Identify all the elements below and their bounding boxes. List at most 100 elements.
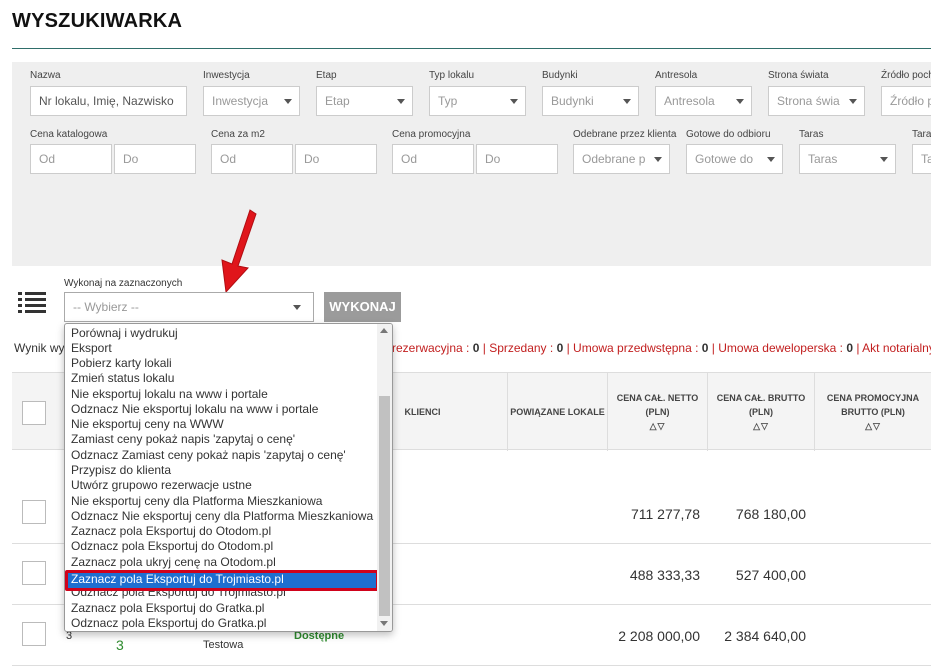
dropdown-option[interactable]: Odznacz Nie eksportuj lokalu na www i po… (71, 402, 318, 417)
dropdown-option[interactable]: Utwórz grupowo rezerwacje ustne (71, 478, 252, 493)
dropdown-option[interactable]: Nie eksportuj ceny na WWW (71, 417, 224, 432)
terrace-2-select[interactable]: Ta (912, 144, 931, 174)
source-input[interactable]: Źródło p (881, 86, 931, 116)
column-header-related[interactable]: POWIĄZANE LOKALE (507, 373, 607, 451)
chevron-down-icon (284, 99, 292, 104)
column-header-net-price[interactable]: CENA CAŁ. NETTO (PLN) △▽ (607, 373, 707, 451)
stat-sold-value: 0 (556, 341, 564, 355)
orientation-select-value: Strona świa (777, 94, 840, 108)
ready-select[interactable]: Gotowe do (686, 144, 783, 174)
chevron-down-icon (510, 99, 518, 104)
dropdown-option[interactable]: Zaznacz pola Eksportuj do Otodom.pl (71, 524, 271, 539)
buildings-select[interactable]: Budynki (542, 86, 639, 116)
sort-icon[interactable]: △▽ (865, 421, 881, 432)
dropdown-scrollbar[interactable] (377, 324, 392, 631)
bulk-action-placeholder: -- Wybierz -- (73, 300, 139, 314)
title-divider (12, 48, 931, 49)
column-header-gross-price-label: CENA CAŁ. BRUTTO (716, 392, 806, 403)
terrace-select[interactable]: Taras (799, 144, 896, 174)
stat-sold-label[interactable]: Sprzedany : (489, 341, 556, 355)
bulk-action-select[interactable]: -- Wybierz -- (64, 292, 314, 322)
dropdown-option[interactable]: Porównaj i wydrukuj (71, 326, 178, 341)
dropdown-option[interactable]: Eksport (71, 341, 112, 356)
column-header-gross-price[interactable]: CENA CAŁ. BRUTTO (PLN) △▽ (707, 373, 814, 451)
dropdown-option[interactable]: Odznacz Nie eksportuj ceny dla Platforma… (71, 509, 373, 524)
column-header-net-price-label: CENA CAŁ. NETTO (616, 392, 699, 403)
stat-notarial-label[interactable]: Akt notarialny : (862, 341, 931, 355)
catalog-price-from-input[interactable]: Od (30, 144, 112, 174)
sort-icon[interactable]: △▽ (650, 421, 666, 432)
received-select[interactable]: Odebrane p (573, 144, 670, 174)
filter-label-orientation: Strona świata (768, 70, 829, 81)
row-checkbox[interactable] (22, 622, 46, 646)
dropdown-option[interactable]: Odznacz pola Eksportuj do Gratka.pl (71, 616, 266, 631)
chevron-down-icon (293, 305, 301, 310)
gross-price-cell: 2 384 640,00 (724, 628, 806, 644)
dropdown-option[interactable]: Zaznacz pola Eksportuj do Gratka.pl (71, 601, 264, 616)
price-m2-to-input[interactable]: Do (295, 144, 377, 174)
execute-button[interactable]: WYKONAJ (324, 292, 401, 322)
dropdown-option[interactable]: Odznacz Zamiast ceny pokaż napis 'zapyta… (71, 448, 346, 463)
investment-select[interactable]: Inwestycja (203, 86, 300, 116)
row-checkbox[interactable] (22, 561, 46, 585)
stat-developer-value: 0 (846, 341, 854, 355)
unit-number-link[interactable]: 3 (116, 637, 124, 653)
chevron-down-icon (767, 157, 775, 162)
filter-label-stage: Etap (316, 70, 337, 81)
stat-reservation-value: 0 (472, 341, 480, 355)
catalog-price-to-input[interactable]: Do (114, 144, 196, 174)
terrace-select-value: Taras (808, 152, 838, 166)
dropdown-option[interactable]: Przypisz do klienta (71, 463, 171, 478)
column-header-promo-price-unit: BRUTTO (PLN) (841, 406, 905, 417)
dropdown-option[interactable]: Pobierz karty lokali (71, 356, 172, 371)
sort-icon[interactable]: △▽ (753, 421, 769, 432)
dropdown-option[interactable]: Zamiast ceny pokaż napis 'zapytaj o cenę… (71, 432, 295, 447)
unit-type-select-value: Typ (438, 94, 458, 108)
chevron-down-icon (736, 99, 744, 104)
filter-label-name: Nazwa (30, 70, 61, 81)
dropdown-option[interactable]: Zaznacz pola ukryj cenę na Otodom.pl (71, 555, 276, 570)
column-header-clients-label: KLIENCI (404, 407, 441, 417)
dropdown-option[interactable]: Odznacz pola Eksportuj do Otodom.pl (71, 539, 273, 554)
price-m2-from-input[interactable]: Od (211, 144, 293, 174)
row-checkbox[interactable] (22, 500, 46, 524)
filter-label-terrace: Taras (799, 129, 824, 140)
column-header-related-label: POWIĄZANE LOKALE (510, 407, 605, 417)
stage-select-value: Etap (325, 94, 350, 108)
filter-label-price-m2: Cena za m2 (211, 129, 265, 140)
buildings-select-value: Budynki (551, 94, 594, 108)
gross-price-cell: 527 400,00 (735, 567, 806, 583)
filter-label-promo-price: Cena promocyjna (392, 129, 471, 140)
promo-price-from-input[interactable]: Od (392, 144, 474, 174)
chevron-down-icon (849, 99, 857, 104)
column-header-promo-price[interactable]: CENA PROMOCYJNA BRUTTO (PLN) △▽ (814, 373, 931, 451)
bulk-action-label: Wykonaj na zaznaczonych (64, 278, 183, 289)
page: WYSZUKIWARKA Nazwa Inwestycja Etap Typ l… (0, 0, 931, 672)
bulk-action-dropdown[interactable]: Porównaj i wydrukuj Eksport Pobierz kart… (64, 323, 393, 632)
scroll-up-icon[interactable] (380, 328, 388, 333)
orientation-select[interactable]: Strona świa (768, 86, 865, 116)
results-summary-prefix: Wynik wy (14, 341, 65, 355)
stat-preliminary-label[interactable]: Umowa przedwstępna : (573, 341, 702, 355)
filter-label-unit-type: Typ lokalu (429, 70, 475, 81)
scroll-down-icon[interactable] (380, 621, 388, 626)
dropdown-option[interactable]: Nie eksportuj ceny dla Platforma Mieszka… (71, 494, 322, 509)
scrollbar-thumb[interactable] (379, 396, 390, 616)
select-all-checkbox[interactable] (22, 401, 46, 425)
unit-type-select[interactable]: Typ (429, 86, 526, 116)
unit-name: Testowa (203, 639, 244, 651)
dropdown-option[interactable]: Zmień status lokalu (71, 371, 174, 386)
chevron-down-icon (654, 157, 662, 162)
stage-select[interactable]: Etap (316, 86, 413, 116)
list-view-icon[interactable] (18, 292, 46, 314)
column-header-net-price-unit: (PLN) (645, 406, 670, 417)
stat-preliminary-value: 0 (701, 341, 709, 355)
filter-label-ready: Gotowe do odbioru (686, 129, 771, 140)
gross-price-cell: 768 180,00 (735, 506, 806, 522)
name-search-input[interactable]: Nr lokalu, Imię, Nazwisko (30, 86, 187, 116)
mezzanine-select[interactable]: Antresola (655, 86, 752, 116)
stat-developer-label[interactable]: Umowa deweloperska : (718, 341, 846, 355)
promo-price-to-input[interactable]: Do (476, 144, 558, 174)
dropdown-option[interactable]: Nie eksportuj lokalu na www i portale (71, 387, 268, 402)
page-title: WYSZUKIWARKA (12, 10, 183, 32)
